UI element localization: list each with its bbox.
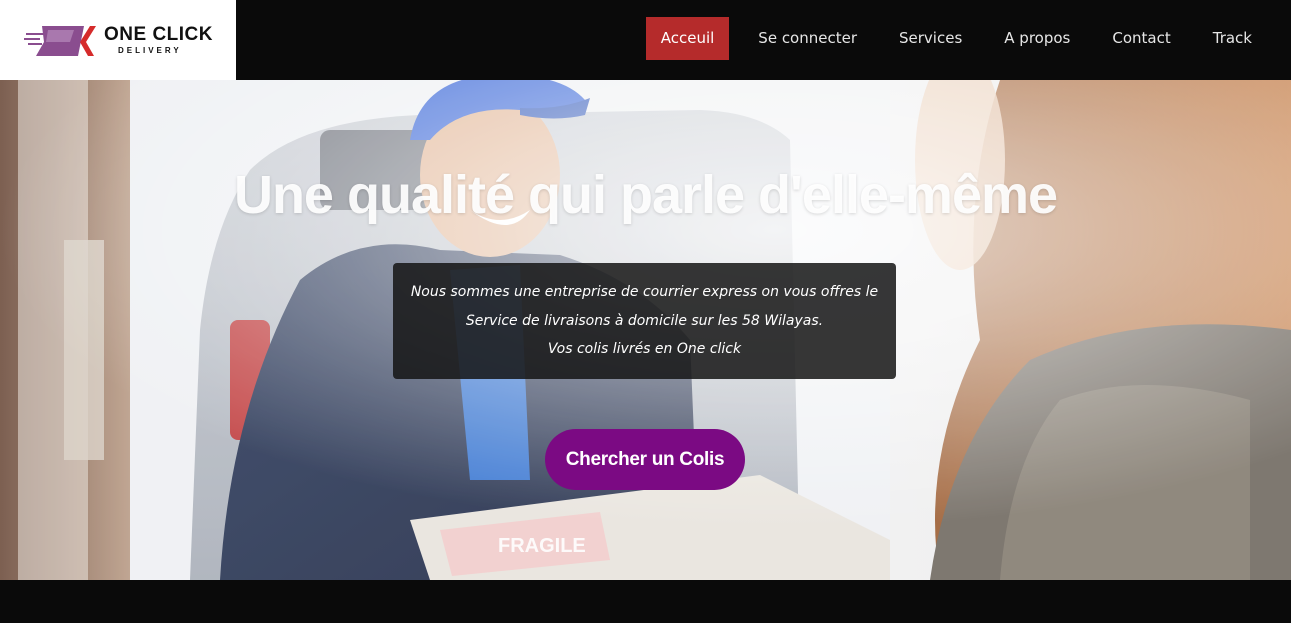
hero-title: Une qualité qui parle d'elle-même <box>233 165 1058 225</box>
hero-description-line: Nous sommes une entreprise de courrier e… <box>410 284 879 300</box>
hero-description-line: Vos colis livrés en One click <box>547 341 742 357</box>
brand-tagline: DELIVERY <box>118 46 182 55</box>
hero-section: FRAGILE Une qualité qui parle d'elle-mêm… <box>0 80 1291 580</box>
nav-item-a-propos[interactable]: A propos <box>983 17 1091 60</box>
nav-item-track[interactable]: Track <box>1192 17 1273 60</box>
hero-description-line: Service de livraisons à domicile sur les… <box>465 312 824 329</box>
navbar: ONE CLICK DELIVERY Acceuil Se connecter … <box>0 0 1291 80</box>
logo[interactable]: ONE CLICK DELIVERY <box>0 0 236 80</box>
footer-strip <box>0 580 1291 623</box>
nav-item-contact[interactable]: Contact <box>1091 17 1191 60</box>
fragile-label: FRAGILE <box>498 535 586 557</box>
nav-item-acceuil[interactable]: Acceuil <box>645 17 730 60</box>
delivery-truck-logo-icon <box>24 26 96 56</box>
search-parcel-button[interactable]: Chercher un Colis <box>545 429 745 490</box>
nav-item-se-connecter[interactable]: Se connecter <box>737 17 878 60</box>
brand-name: ONE CLICK <box>104 24 213 45</box>
nav-item-services[interactable]: Services <box>878 17 983 60</box>
main-nav: Acceuil Se connecter Services A propos C… <box>645 17 1273 60</box>
hero-description: Nous sommes une entreprise de courrier e… <box>393 263 896 379</box>
